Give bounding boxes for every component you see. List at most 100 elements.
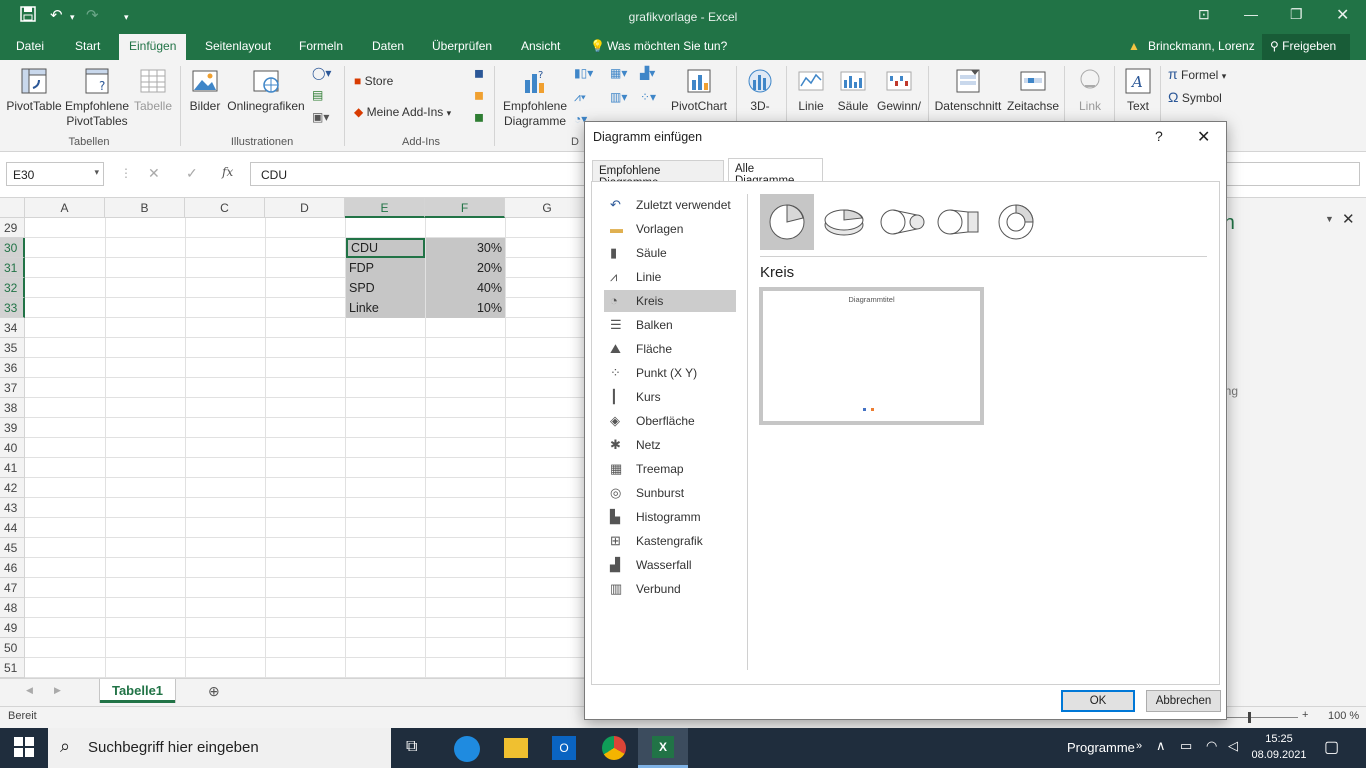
row-header[interactable]: 39 — [0, 418, 25, 438]
tab-einfuegen[interactable]: Einfügen — [119, 34, 187, 60]
tell-me-search[interactable]: Was möchten Sie tun? — [607, 39, 727, 53]
column-header[interactable]: B — [105, 198, 185, 218]
hierarchy-chart-icon[interactable]: ▦▾ — [610, 66, 627, 80]
chart-type-item[interactable]: ↶ Zuletzt verwendet — [604, 194, 736, 216]
tab-ansicht[interactable]: Ansicht — [521, 39, 560, 53]
zoom-level[interactable]: 100 % — [1328, 710, 1359, 722]
row-header[interactable]: 32 — [0, 278, 25, 298]
close-icon[interactable]: ✕ — [1336, 5, 1349, 25]
chart-type-item[interactable]: ▬ Vorlagen — [604, 218, 736, 240]
wifi-icon[interactable]: ◠ — [1206, 738, 1217, 754]
taskbar-search[interactable]: ⌕ Suchbegriff hier eingeben — [48, 728, 391, 768]
row-header[interactable]: 48 — [0, 598, 25, 618]
bar-of-pie-subtype[interactable] — [932, 194, 986, 250]
symbol-button[interactable]: Ω Symbol — [1168, 89, 1222, 105]
name-box[interactable]: E30 ▾ — [6, 162, 104, 186]
people-graph-icon[interactable]: ◼ — [474, 110, 484, 124]
select-all-corner[interactable] — [0, 198, 25, 218]
tab-all-charts[interactable]: Alle Diagramme — [728, 158, 823, 187]
my-addins-button[interactable]: ◆ Meine Add-Ins ▾ — [354, 105, 451, 119]
fbar-options-icon[interactable]: ⋮ — [120, 166, 132, 180]
pie-of-pie-subtype[interactable] — [875, 194, 929, 250]
chart-type-item[interactable]: ⁘ Punkt (X Y) — [604, 362, 736, 384]
windows-start-icon[interactable] — [14, 737, 34, 760]
chart-type-item[interactable]: ◈ Oberfläche — [604, 410, 736, 432]
zoom-in-icon[interactable]: + — [1302, 709, 1308, 721]
donut-subtype[interactable] — [989, 194, 1043, 250]
chart-type-item[interactable]: ▥ Verbund — [604, 578, 736, 600]
clock-time[interactable]: 15:25 — [1254, 733, 1304, 745]
column-header[interactable]: F — [425, 198, 505, 218]
cancel-button[interactable]: Abbrechen — [1146, 690, 1221, 712]
tab-datei[interactable]: Datei — [16, 39, 44, 53]
row-header[interactable]: 42 — [0, 478, 25, 498]
equation-button[interactable]: π Formel ▾ — [1168, 66, 1226, 82]
scroll-right-icon[interactable]: ▶ — [54, 685, 61, 696]
visio-icon[interactable]: ◼ — [474, 66, 484, 80]
row-header[interactable]: 45 — [0, 538, 25, 558]
tab-start[interactable]: Start — [75, 39, 100, 53]
chart-type-item[interactable]: ▙ Histogramm — [604, 506, 736, 528]
shapes-icon[interactable]: ◯▾ — [312, 66, 331, 80]
edge-icon[interactable] — [454, 736, 480, 762]
sparkline-line-button[interactable]: Linie — [792, 66, 830, 114]
row-header[interactable]: 38 — [0, 398, 25, 418]
cell-party[interactable]: SPD — [346, 278, 425, 298]
cell-value[interactable]: 10% — [426, 298, 505, 318]
show-hidden-icons-icon[interactable]: ∧ — [1156, 738, 1166, 754]
task-view-icon[interactable]: ⧉ — [406, 738, 417, 756]
screenshot-icon[interactable]: ▣▾ — [312, 110, 329, 124]
pivotchart-button[interactable]: PivotChart — [666, 66, 732, 114]
programs-toolbar[interactable]: Programme — [1067, 740, 1135, 755]
tab-ueberpruefen[interactable]: Überprüfen — [432, 39, 492, 53]
maximize-icon[interactable]: ❐ — [1290, 6, 1303, 23]
online-pictures-button[interactable]: Onlinegrafiken — [226, 66, 306, 114]
spreadsheet-grid[interactable]: A B C D E F G 29 30 31 32 33 34 35 36 37 38 39 40 41… — [0, 198, 590, 678]
chart-type-item[interactable]: ✱ Netz — [604, 434, 736, 456]
row-header[interactable]: 50 — [0, 638, 25, 658]
column-header[interactable]: C — [185, 198, 265, 218]
chart-preview[interactable]: Diagrammtitel — [759, 287, 984, 425]
chart-type-item[interactable]: ☰ Balken — [604, 314, 736, 336]
chart-type-item[interactable]: ▟ Wasserfall — [604, 554, 736, 576]
recommended-pivottables-button[interactable]: ? Empfohlene PivotTables — [64, 66, 130, 129]
tab-seitenlayout[interactable]: Seitenlayout — [205, 39, 271, 53]
bing-icon[interactable]: ◼ — [474, 88, 484, 102]
chart-type-item[interactable]: ◎ Sunburst — [604, 482, 736, 504]
sparkline-winloss-button[interactable]: Gewinn/ — [874, 66, 924, 114]
scroll-left-icon[interactable]: ◀ — [26, 685, 33, 696]
cell-party[interactable]: CDU — [346, 238, 425, 258]
volume-icon[interactable]: ◁ — [1228, 738, 1238, 754]
add-sheet-icon[interactable]: ⊕ — [208, 683, 220, 700]
row-header[interactable]: 44 — [0, 518, 25, 538]
column-header[interactable]: G — [505, 198, 590, 218]
chart-type-item[interactable]: ◔ Kreis — [604, 290, 736, 312]
cell-party[interactable]: FDP — [346, 258, 425, 278]
recommended-charts-button[interactable]: ? Empfohlene Diagramme — [500, 66, 570, 129]
sheet-tab[interactable]: Tabelle1 — [100, 679, 175, 703]
battery-icon[interactable]: ▭ — [1180, 738, 1192, 754]
store-button[interactable]: ■ Store — [354, 74, 393, 88]
notification-icon[interactable]: ▢ — [1324, 737, 1339, 757]
row-header[interactable]: 40 — [0, 438, 25, 458]
ribbon-display-icon[interactable]: ⊡ — [1198, 6, 1210, 23]
column-header[interactable]: A — [25, 198, 105, 218]
user-name[interactable]: Brinckmann, Lorenz — [1148, 39, 1255, 53]
row-header[interactable]: 36 — [0, 358, 25, 378]
row-header[interactable]: 31 — [0, 258, 25, 278]
outlook-icon[interactable]: O — [552, 736, 576, 760]
timeline-button[interactable]: Zeitachse — [1004, 66, 1062, 114]
column-chart-icon[interactable]: ▮▯▾ — [574, 66, 593, 80]
row-header[interactable]: 37 — [0, 378, 25, 398]
text-button[interactable]: A Text — [1118, 66, 1158, 114]
row-header[interactable]: 33 — [0, 298, 25, 318]
row-header[interactable]: 35 — [0, 338, 25, 358]
cell-value[interactable]: 30% — [426, 238, 505, 258]
column-header[interactable]: D — [265, 198, 345, 218]
help-icon[interactable]: ? — [1155, 128, 1163, 144]
pictures-button[interactable]: Bilder — [186, 66, 224, 114]
row-header[interactable]: 49 — [0, 618, 25, 638]
ok-button[interactable]: OK — [1061, 690, 1135, 712]
row-header[interactable]: 41 — [0, 458, 25, 478]
row-header[interactable]: 46 — [0, 558, 25, 578]
